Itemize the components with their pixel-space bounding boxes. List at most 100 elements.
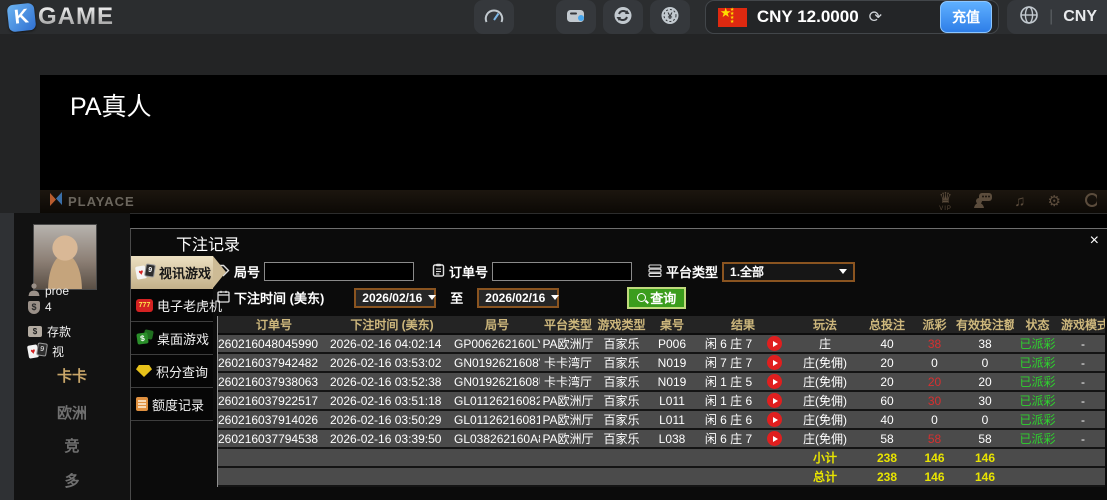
cell-game-type: 百家乐: [596, 335, 647, 354]
replay-button[interactable]: [767, 412, 782, 427]
replay-icon: [773, 398, 778, 404]
cell-payout: 20: [913, 373, 956, 392]
replay-button[interactable]: [767, 355, 782, 370]
power-button[interactable]: [1083, 193, 1097, 210]
cell-game-mode: -: [1061, 373, 1105, 392]
sidebar-item-video-games[interactable]: ♥9 视讯游戏: [131, 256, 213, 289]
cell-result: 闲 7 庄 7: [697, 354, 760, 373]
table-row: 260216037938063 2026-02-16 03:52:38 GN01…: [218, 373, 1105, 392]
cell-replay: [760, 430, 789, 449]
recharge-button[interactable]: 充值: [940, 1, 992, 33]
cell-valid-bet: 0: [956, 354, 1014, 373]
bet-records-table: 订单号 下注时间 (美东) 局号 平台类型 游戏类型 桌号 结果 玩法 总投注 …: [217, 316, 1105, 487]
cell-status: 已派彩: [1014, 392, 1061, 411]
col-bet-time: 下注时间 (美东): [330, 316, 454, 335]
playace-logo: PLAYACE: [48, 191, 135, 212]
subtotal-payout: 146: [913, 449, 956, 468]
refresh-balance-icon[interactable]: ⟳: [869, 7, 882, 27]
round-no-input[interactable]: [264, 262, 414, 281]
platform-type-select[interactable]: 1.全部: [722, 262, 855, 282]
date-to-select[interactable]: 2026/02/16: [477, 288, 559, 308]
settings-button[interactable]: ⚙: [1048, 194, 1061, 209]
sidebar-item-label: 积分查询: [156, 362, 208, 381]
sidebar-item-label: 额度记录: [152, 395, 204, 414]
cell-round-no: GP006262160LY: [454, 335, 540, 354]
table-header: 订单号 下注时间 (美东) 局号 平台类型 游戏类型 桌号 结果 玩法 总投注 …: [218, 316, 1105, 335]
chevron-down-icon: [839, 269, 847, 274]
lobby-menu-duo[interactable]: 多: [14, 470, 130, 491]
divider: |: [1049, 8, 1053, 26]
deposit-row[interactable]: $ 存款: [28, 323, 71, 340]
language-currency-selector[interactable]: | CNY: [1007, 0, 1107, 34]
sidebar-item-credit-records[interactable]: 额度记录: [131, 388, 213, 421]
user-avatar[interactable]: [33, 224, 97, 290]
table-row: 260216037922517 2026-02-16 03:51:18 GL01…: [218, 392, 1105, 411]
close-icon[interactable]: ×: [1090, 232, 1099, 250]
sidebar-item-slots[interactable]: 777 电子老虎机: [131, 289, 213, 322]
vip-button[interactable]: ♛VIP: [939, 191, 952, 212]
lobby-menu-jing[interactable]: 竞: [14, 435, 130, 456]
transfer-button[interactable]: [603, 0, 643, 34]
cell-platform: PA欧洲厅: [540, 411, 596, 430]
cell-order-no: 260216037922517: [218, 392, 330, 411]
wallet-button[interactable]: [556, 0, 596, 34]
sidebar-item-label: 电子老虎机: [157, 296, 222, 315]
username-label: proe: [45, 284, 69, 298]
col-game-mode: 游戏模式: [1061, 316, 1105, 335]
replay-icon: [773, 360, 778, 366]
subtotal-label: 小计: [789, 449, 861, 468]
cards-icon: ♥9: [28, 343, 47, 360]
col-status: 状态: [1014, 316, 1061, 335]
cell-total-bet: 40: [861, 411, 913, 430]
col-platform: 平台类型: [540, 316, 596, 335]
replay-button[interactable]: [767, 374, 782, 389]
chat-button[interactable]: [974, 193, 992, 211]
dialog-content: 局号 订单号 平台类型 1.全部 下注时间 (美东) 2026/02/16 至 …: [213, 256, 1107, 500]
cell-play: 庄(免佣): [789, 373, 861, 392]
vip-crown-icon: ♛: [939, 191, 952, 206]
table-row: 260216037794538 2026-02-16 03:39:50 GL03…: [218, 430, 1105, 449]
cell-total-bet: 40: [861, 335, 913, 354]
filter-row-2: 下注时间 (美东) 2026/02/16 至 2026/02/16 查询: [217, 286, 1107, 309]
cell-platform: PA欧洲厅: [540, 392, 596, 411]
total-total-bet: 238: [861, 468, 913, 487]
lobby-menu-kaka[interactable]: 卡卡: [14, 365, 130, 386]
lobby-menu-europe[interactable]: 欧洲: [14, 402, 130, 423]
table-row: 260216048045990 2026-02-16 04:02:14 GP00…: [218, 335, 1105, 354]
sidebar-item-label: 视讯游戏: [159, 263, 211, 282]
speedometer-icon: [483, 7, 505, 27]
video-games-row[interactable]: ♥9 视: [28, 343, 64, 360]
cell-valid-bet: 58: [956, 430, 1014, 449]
cell-order-no: 260216037942482: [218, 354, 330, 373]
sidebar-item-table-games[interactable]: $ 桌面游戏: [131, 322, 213, 355]
list-icon: [648, 264, 662, 280]
music-button[interactable]: ♫: [1014, 194, 1025, 209]
replay-button[interactable]: [767, 431, 782, 446]
coin-button[interactable]: ¥: [650, 0, 690, 34]
cell-result: 闲 1 庄 6: [697, 392, 760, 411]
total-valid-bet: 146: [956, 468, 1014, 487]
dialog-header: 下注记录 ×: [131, 229, 1107, 256]
svg-text:¥: ¥: [667, 11, 672, 21]
magnifier-icon: [637, 293, 646, 302]
col-valid-bet: 有效投注额: [956, 316, 1014, 335]
cell-replay: [760, 354, 789, 373]
kgame-logo[interactable]: K GAME: [8, 3, 114, 31]
bet-table-body: 260216048045990 2026-02-16 04:02:14 GP00…: [218, 335, 1105, 449]
coin-count-label: 4: [45, 300, 52, 314]
date-from-select[interactable]: 2026/02/16: [354, 288, 436, 308]
speedometer-button[interactable]: [474, 0, 514, 34]
replay-button[interactable]: [767, 336, 782, 351]
cell-result: 闲 1 庄 5: [697, 373, 760, 392]
subtotal-total-bet: 238: [861, 449, 913, 468]
collapsed-sidebar-strip: [0, 213, 14, 500]
cell-play: 庄: [789, 335, 861, 354]
topbar: K GAME ¥ ★★ ★★ ★ CNY 12.0000 ⟳ 充值 | CNY: [0, 0, 1107, 34]
sidebar-item-points[interactable]: 积分查询: [131, 355, 213, 388]
replay-button[interactable]: [767, 393, 782, 408]
bet-time-label: 下注时间 (美东): [234, 288, 324, 307]
document-icon: [136, 397, 148, 411]
replay-icon: [773, 417, 778, 423]
search-button[interactable]: 查询: [627, 287, 686, 309]
order-no-input[interactable]: [492, 262, 632, 281]
